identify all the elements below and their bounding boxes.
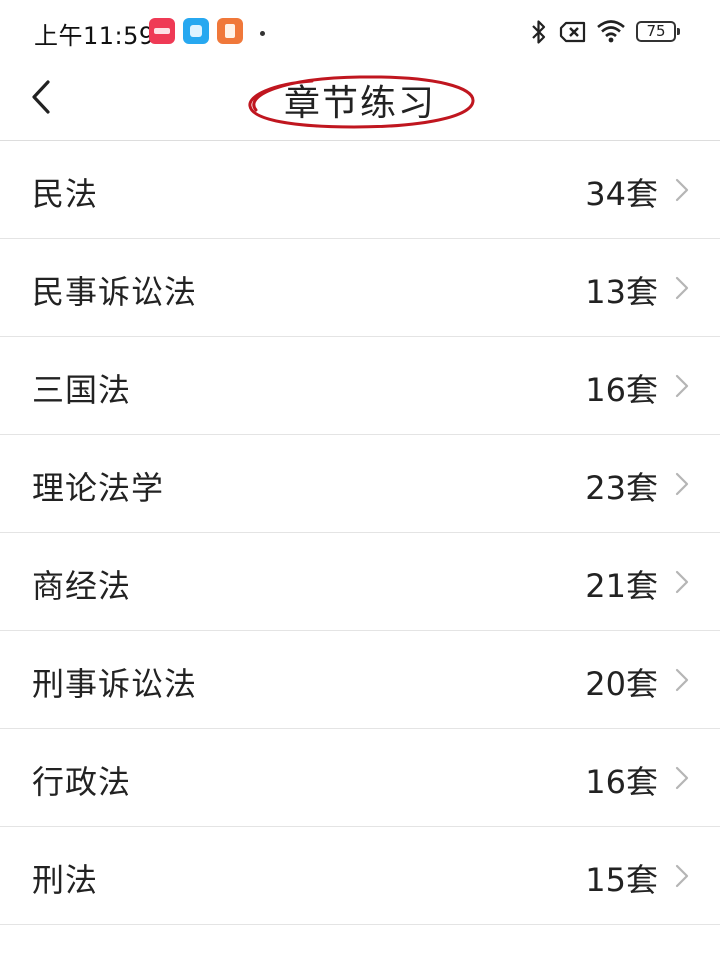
bluetooth-icon xyxy=(532,20,546,44)
chevron-right-icon xyxy=(675,864,689,888)
battery-level: 75 xyxy=(646,22,666,40)
chapter-set-count: 16套 xyxy=(585,763,658,801)
chapter-list: 民法 34套 民事诉讼法 13套 三国法 16套 理论法学 23套 商经法 21… xyxy=(0,141,720,925)
chapter-set-count: 13套 xyxy=(585,273,658,311)
list-item[interactable]: 行政法 16套 xyxy=(0,729,720,827)
status-time: 上午11:59 xyxy=(34,22,155,50)
list-item[interactable]: 商经法 21套 xyxy=(0,533,720,631)
chevron-right-icon xyxy=(675,276,689,300)
nav-bar: 章节练习 xyxy=(0,62,720,141)
more-notifications-dot-icon xyxy=(260,31,265,36)
chapter-set-count: 20套 xyxy=(585,665,658,703)
no-sim-icon xyxy=(559,21,586,43)
list-item[interactable]: 民事诉讼法 13套 xyxy=(0,239,720,337)
chapter-name: 三国法 xyxy=(32,371,132,409)
list-item[interactable]: 刑法 15套 xyxy=(0,827,720,925)
chevron-right-icon xyxy=(675,472,689,496)
chapter-name: 理论法学 xyxy=(32,469,165,507)
chapter-set-count: 23套 xyxy=(585,469,658,507)
list-item[interactable]: 三国法 16套 xyxy=(0,337,720,435)
battery-icon: 75 xyxy=(636,21,680,42)
chapter-set-count: 34套 xyxy=(585,175,658,213)
chapter-set-count: 16套 xyxy=(585,371,658,409)
red-app-notification-icon xyxy=(149,18,175,44)
chevron-right-icon xyxy=(675,668,689,692)
chapter-name: 民事诉讼法 xyxy=(32,273,198,311)
chapter-name: 商经法 xyxy=(32,567,132,605)
chevron-right-icon xyxy=(675,570,689,594)
list-item[interactable]: 民法 34套 xyxy=(0,141,720,239)
list-item[interactable]: 理论法学 23套 xyxy=(0,435,720,533)
chapter-name: 民法 xyxy=(32,175,99,213)
blue-app-notification-icon xyxy=(183,18,209,44)
orange-app-notification-icon xyxy=(217,18,243,44)
list-item[interactable]: 刑事诉讼法 20套 xyxy=(0,631,720,729)
chapter-name: 行政法 xyxy=(32,763,132,801)
chapter-set-count: 15套 xyxy=(585,861,658,899)
page-title: 章节练习 xyxy=(283,83,436,124)
chevron-right-icon xyxy=(675,178,689,202)
chapter-set-count: 21套 xyxy=(585,567,658,605)
chapter-name: 刑法 xyxy=(32,861,99,899)
status-bar: 上午11:59 75 xyxy=(0,0,720,62)
wifi-icon xyxy=(597,20,625,43)
chapter-name: 刑事诉讼法 xyxy=(32,665,198,703)
chevron-right-icon xyxy=(675,374,689,398)
chevron-right-icon xyxy=(675,766,689,790)
